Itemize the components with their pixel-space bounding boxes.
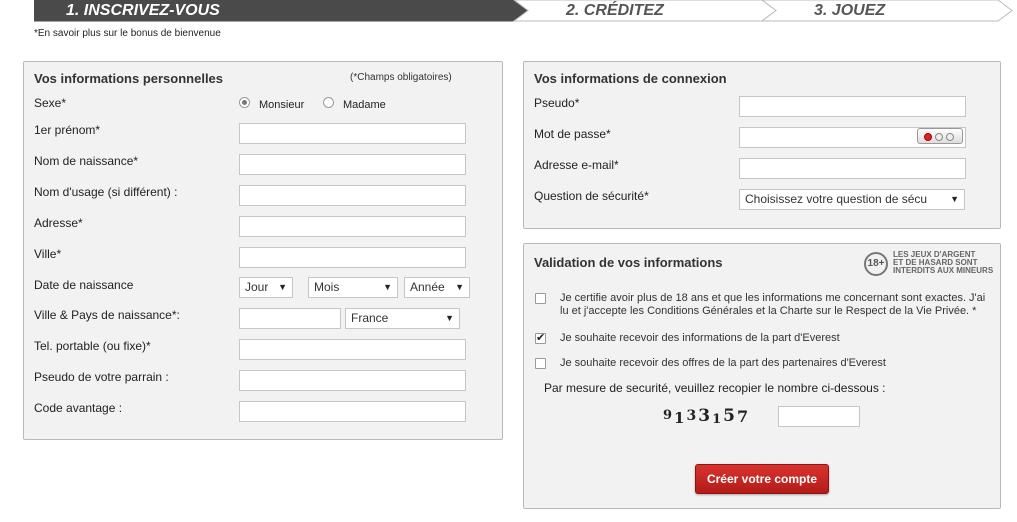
email-input[interactable] bbox=[739, 158, 966, 179]
chevron-down-icon: ▼ bbox=[950, 194, 959, 204]
required-fields-note: (*Champs obligatoires) bbox=[350, 72, 452, 83]
certify-text: Je certifie avoir plus de 18 ans et que … bbox=[560, 292, 986, 317]
captcha-digit: 9 bbox=[663, 408, 675, 423]
mois-value: Mois bbox=[314, 280, 340, 294]
captcha-digit: 3 bbox=[698, 406, 713, 426]
question-label: Question de sécurité* bbox=[534, 189, 649, 203]
captcha-digit: 7 bbox=[736, 407, 751, 426]
security-question-select[interactable]: Choisissez votre question de sécu ▼ bbox=[739, 189, 965, 210]
pseudo-input[interactable] bbox=[739, 96, 966, 117]
step-3-label: 3. JOUEZ bbox=[814, 2, 886, 19]
partners-offers-checkbox[interactable] bbox=[535, 358, 546, 369]
captcha-digit: 1 bbox=[674, 409, 687, 427]
jour-value: Jour bbox=[245, 280, 269, 294]
mois-select[interactable]: Mois ▼ bbox=[308, 277, 398, 298]
nom-usage-label: Nom d'usage (si différent) : bbox=[34, 185, 178, 199]
security-question-value: Choisissez votre question de sécu bbox=[745, 192, 928, 206]
parrain-label: Pseudo de votre parrain : bbox=[34, 370, 169, 384]
parrain-input[interactable] bbox=[239, 370, 466, 391]
step-2-label: 2. CRÉDITEZ bbox=[566, 2, 664, 19]
code-avantage-label: Code avantage : bbox=[34, 401, 123, 415]
jour-select[interactable]: Jour ▼ bbox=[239, 277, 293, 298]
age-warning-text: LES JEUX D'ARGENT ET DE HASARD SONT INTE… bbox=[893, 251, 993, 275]
nom-usage-input[interactable] bbox=[239, 185, 466, 206]
ville-pays-label: Ville & Pays de naissance*: bbox=[34, 308, 180, 322]
prenom-label: 1er prénom* bbox=[34, 123, 101, 137]
everest-info-checkbox[interactable] bbox=[535, 331, 546, 344]
create-account-button[interactable]: Créer votre compte bbox=[695, 464, 829, 494]
nom-naissance-input[interactable] bbox=[239, 154, 466, 175]
captcha-digit: 5 bbox=[723, 406, 737, 426]
chevron-down-icon: ▼ bbox=[455, 282, 464, 292]
captcha-image: 9133157 bbox=[663, 406, 771, 428]
pays-value: France bbox=[351, 311, 389, 325]
validation-title: Validation de vos informations bbox=[534, 255, 723, 270]
ville-naissance-input[interactable] bbox=[239, 308, 341, 329]
pays-select[interactable]: France ▼ bbox=[345, 308, 460, 329]
chevron-down-icon: ▼ bbox=[445, 313, 454, 323]
pseudo-label: Pseudo* bbox=[534, 96, 580, 110]
password-label: Mot de passe* bbox=[534, 127, 611, 141]
annee-value: Année bbox=[410, 280, 445, 294]
security-text: Par mesure de securité, veuillez recopie… bbox=[544, 381, 886, 395]
captcha-digit: 3 bbox=[686, 408, 699, 424]
monsieur-label: Monsieur bbox=[259, 99, 305, 111]
email-label: Adresse e-mail* bbox=[534, 158, 619, 172]
tel-input[interactable] bbox=[239, 339, 466, 360]
adresse-label: Adresse* bbox=[34, 216, 83, 230]
tel-label: Tel. portable (ou fixe)* bbox=[34, 339, 151, 353]
date-naissance-label: Date de naissance bbox=[34, 278, 134, 292]
madame-label: Madame bbox=[343, 99, 386, 111]
everest-info-text: Je souhaite recevoir des informations de… bbox=[560, 332, 840, 344]
nom-naissance-label: Nom de naissance* bbox=[34, 154, 139, 168]
certify-checkbox[interactable] bbox=[535, 293, 546, 304]
code-avantage-input[interactable] bbox=[239, 401, 466, 422]
connexion-title: Vos informations de connexion bbox=[534, 71, 727, 86]
age-warning-line: INTERDITS AUX MINEURS bbox=[893, 266, 994, 275]
ville-label: Ville* bbox=[34, 247, 62, 261]
bonus-info-link[interactable]: *En savoir plus sur le bonus de bienvenu… bbox=[34, 28, 221, 39]
partners-offers-text: Je souhaite recevoir des offres de la pa… bbox=[560, 357, 886, 369]
personal-info-title: Vos informations personnelles bbox=[34, 71, 224, 86]
password-strength-icon bbox=[917, 128, 963, 144]
step-1-label: 1. INSCRIVEZ-VOUS bbox=[66, 2, 220, 19]
prenom-input[interactable] bbox=[239, 123, 466, 144]
adresse-input[interactable] bbox=[239, 216, 466, 237]
ville-input[interactable] bbox=[239, 247, 466, 268]
madame-radio[interactable] bbox=[323, 97, 334, 108]
chevron-down-icon: ▼ bbox=[278, 282, 287, 292]
age-18-badge-icon: 18+ bbox=[864, 252, 888, 276]
monsieur-radio[interactable] bbox=[239, 97, 250, 108]
annee-select[interactable]: Année ▼ bbox=[404, 277, 470, 298]
captcha-input[interactable] bbox=[778, 406, 860, 427]
chevron-down-icon: ▼ bbox=[383, 282, 392, 292]
signup-steps: 1. INSCRIVEZ-VOUS 2. CRÉDITEZ 3. JOUEZ bbox=[34, 0, 1014, 22]
captcha-digit: 1 bbox=[712, 412, 724, 427]
sexe-label: Sexe* bbox=[34, 96, 67, 110]
